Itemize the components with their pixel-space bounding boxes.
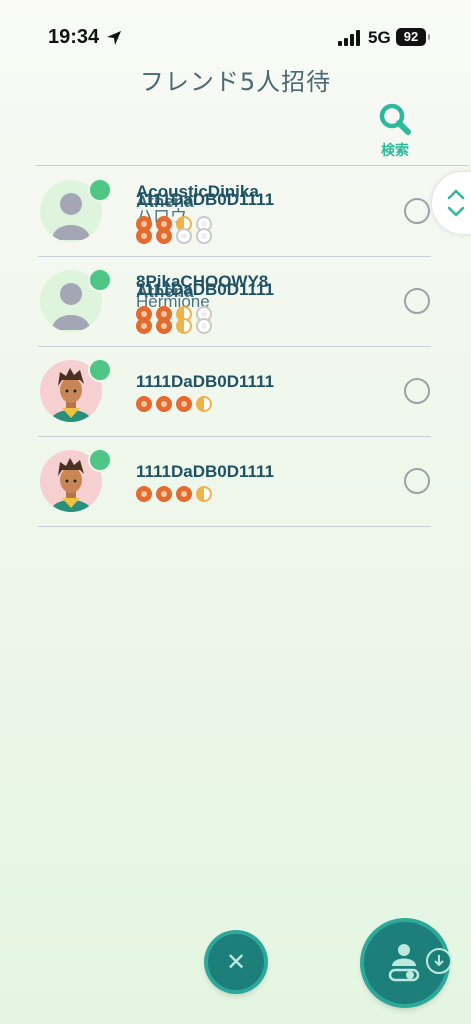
avatar [40,268,112,332]
network-type: 5G [368,28,391,47]
search-icon [379,103,411,135]
heart-icon [156,228,172,244]
select-radio[interactable] [404,198,430,224]
scroll-toggle-button[interactable] [432,172,471,234]
download-arrow-icon [434,955,444,967]
heart-icon [176,396,192,412]
friend-name: 1111DaDB0D1111 [136,462,275,481]
page-title: フレンド5人招待 [139,68,332,96]
signal-icon [338,30,360,46]
heart-icon [156,486,172,502]
select-radio[interactable] [404,468,430,494]
status-time: 19:34 [48,26,100,48]
heart-icon [136,318,152,334]
party-download-badge [426,948,452,974]
heart-icon [136,396,152,412]
heart-icon [176,318,192,334]
heart-icon [196,396,212,412]
heart-icon [196,228,212,244]
heart-icon [136,228,152,244]
heart-icon [176,486,192,502]
avatar [40,448,112,512]
avatar [40,178,112,242]
friend-name-overlap: AcousticDinika Athena 1111DaDB0D1111 ハロウ [136,182,396,226]
search-button[interactable]: 検索 [370,102,420,162]
battery-tip [428,34,430,40]
battery-indicator: 92 [396,28,426,46]
online-indicator [88,448,112,472]
select-radio[interactable] [404,288,430,314]
online-indicator [88,358,112,382]
heart-icon [196,486,212,502]
location-arrow-icon [107,31,121,45]
party-icon [388,944,420,982]
friend-row[interactable]: 1111DaDB0D1111 [38,346,431,437]
search-label: 検索 [381,143,409,159]
friend-name-overlap: 8PikaCHOOWY8 Athena 1111DaDB0D1111 Hermi… [136,272,396,311]
chevron-up-down-icon [447,189,465,217]
heart-icon [176,228,192,244]
party-invite-button[interactable] [364,922,452,1004]
online-indicator [88,178,112,202]
friend-row[interactable]: 8PikaCHOOWY8 Athena 1111DaDB0D1111 Hermi… [38,256,431,347]
online-indicator [88,268,112,292]
heart-icon [136,486,152,502]
heart-icon [196,318,212,334]
close-button[interactable]: ✕ [208,934,264,990]
friend-row[interactable]: AcousticDinika Athena 1111DaDB0D1111 ハロウ [38,166,431,257]
heart-icon [156,396,172,412]
friend-row[interactable]: 1111DaDB0D1111 [38,436,431,527]
avatar [40,358,112,422]
friend-name: 1111DaDB0D1111 [136,372,275,391]
heart-icon [156,318,172,334]
close-icon: ✕ [225,948,247,976]
select-radio[interactable] [404,378,430,404]
